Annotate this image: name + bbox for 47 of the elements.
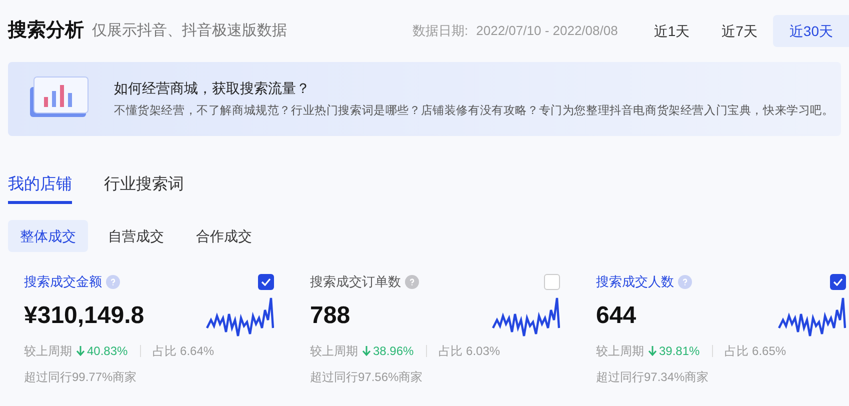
page-title: 搜索分析 (8, 18, 84, 43)
sparkline (206, 296, 274, 338)
help-icon[interactable] (405, 274, 419, 289)
range-tab[interactable]: 近7天 (706, 15, 774, 47)
checkbox[interactable] (258, 274, 274, 290)
checkbox[interactable] (830, 274, 846, 290)
tab[interactable]: 行业搜索词 (104, 168, 184, 204)
checkbox[interactable] (544, 274, 560, 290)
down-arrow-icon (76, 346, 85, 356)
down-arrow-icon (362, 346, 371, 356)
page-subtitle: 仅展示抖音、抖音极速版数据 (92, 20, 287, 41)
change-value: 38.96% (373, 342, 414, 360)
sparkline (492, 296, 560, 338)
share-value: 占比 6.64% (152, 342, 214, 360)
metric-title: 搜索成交金额 (24, 273, 102, 291)
rank-text: 超过同行99.77%商家 (24, 368, 138, 386)
compare-label: 较上周期 (24, 342, 72, 360)
share-value: 占比 6.65% (724, 342, 786, 360)
metric-title: 搜索成交订单数 (310, 273, 401, 291)
date-label: 数据日期: (412, 22, 468, 40)
help-icon[interactable] (678, 274, 692, 289)
tab[interactable]: 我的店铺 (8, 168, 72, 204)
down-arrow-icon (648, 346, 657, 356)
change-value: 40.83% (87, 342, 128, 360)
banner-text: 不懂货架经营，不了解商城规范？行业热门搜索词是哪些？店铺装修有没有攻略？专门为您整理抖音电商货架经营入门宝典，快来学习吧。 (114, 103, 834, 119)
change-value: 39.81% (659, 342, 700, 360)
filter-tab[interactable]: 合作成交 (184, 220, 264, 252)
date-range: 2022/07/10 - 2022/08/08 (476, 22, 618, 40)
filter-tab[interactable]: 整体成交 (8, 220, 88, 252)
compare-label: 较上周期 (596, 342, 644, 360)
check-icon (261, 278, 271, 286)
filter-tab[interactable]: 自营成交 (96, 220, 176, 252)
check-icon (833, 278, 843, 286)
compare-label: 较上周期 (310, 342, 358, 360)
range-tab[interactable]: 近30天 (773, 15, 849, 47)
share-value: 占比 6.03% (438, 342, 500, 360)
metric-value: 788 (310, 300, 350, 330)
rank-text: 超过同行97.34%商家 (596, 368, 710, 386)
range-tab[interactable]: 近1天 (638, 15, 706, 47)
banner-title: 如何经营商城，获取搜索流量？ (114, 78, 311, 98)
metric-value: ¥310,149.8 (24, 300, 144, 330)
help-icon[interactable] (106, 274, 120, 289)
rank-text: 超过同行97.56%商家 (310, 368, 424, 386)
sparkline (778, 296, 846, 338)
metric-title: 搜索成交人数 (596, 273, 674, 291)
banner[interactable]: 如何经营商城，获取搜索流量？ 不懂货架经营，不了解商城规范？行业热门搜索词是哪些？店铺装修有没有攻略？专门为您整理抖音电商货架经营入门宝典，快来学习吧。 (8, 62, 841, 136)
metric-value: 644 (596, 300, 636, 330)
